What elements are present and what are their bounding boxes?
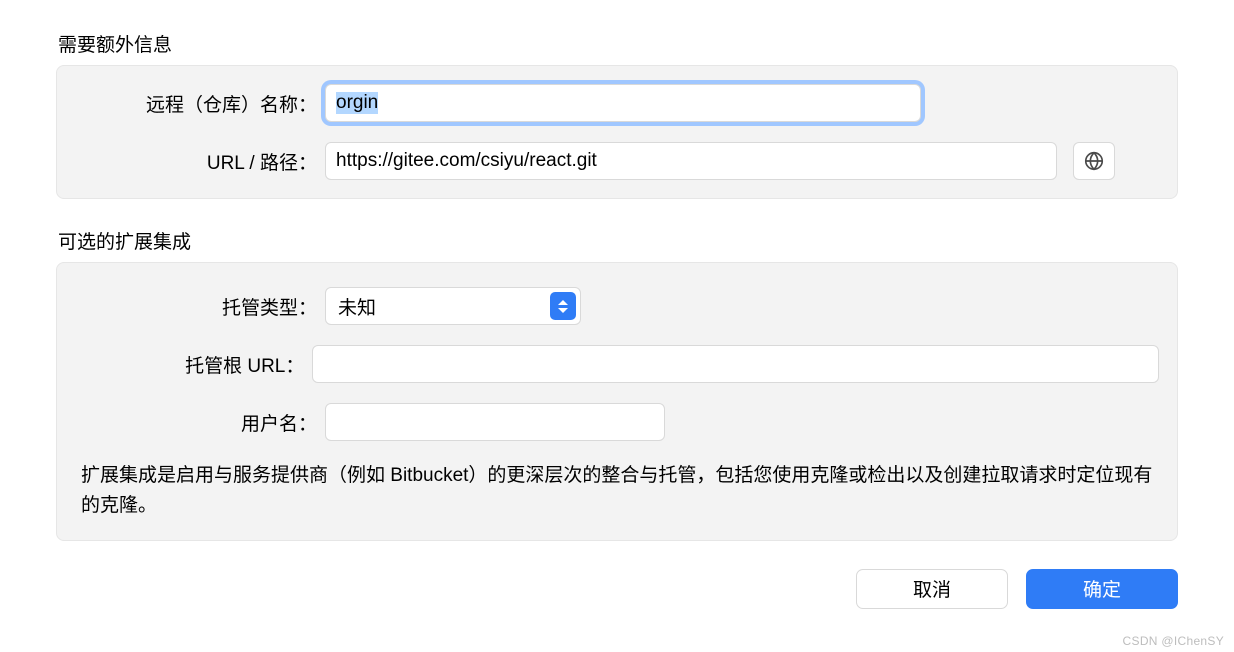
root-url-row: 托管根 URL： [75,345,1159,383]
root-url-label: 托管根 URL： [75,351,312,378]
required-panel: 远程（仓库）名称： URL / 路径： [56,65,1178,199]
host-type-select[interactable]: 未知 [325,287,581,325]
username-label: 用户名： [75,409,325,436]
optional-panel: 托管类型： 未知 托管根 URL： 用户名： 扩展集成是启用与服务提供商（例如 … [56,262,1178,541]
cancel-button[interactable]: 取消 [856,569,1008,609]
watermark-text: CSDN @IChenSY [1123,634,1224,648]
remote-name-input[interactable] [325,84,921,122]
url-row: URL / 路径： [75,142,1159,180]
globe-icon [1083,150,1105,172]
username-row: 用户名： [75,403,1159,441]
host-type-label: 托管类型： [75,293,325,320]
remote-name-row: 远程（仓库）名称： [75,84,1159,122]
optional-hint-text: 扩展集成是启用与服务提供商（例如 Bitbucket）的更深层次的整合与托管，包… [75,461,1159,522]
browse-url-button[interactable] [1073,142,1115,180]
host-type-row: 托管类型： 未知 [75,287,1159,325]
required-section-title: 需要额外信息 [58,30,1178,57]
host-type-selected-value: 未知 [338,293,376,320]
footer-buttons: 取消 确定 [56,569,1178,609]
username-input[interactable] [325,403,665,441]
optional-section-title: 可选的扩展集成 [58,227,1178,254]
root-url-input[interactable] [312,345,1159,383]
chevron-updown-icon [550,292,576,320]
url-input[interactable] [325,142,1057,180]
ok-button[interactable]: 确定 [1026,569,1178,609]
url-label: URL / 路径： [75,148,325,175]
remote-name-label: 远程（仓库）名称： [75,90,325,117]
